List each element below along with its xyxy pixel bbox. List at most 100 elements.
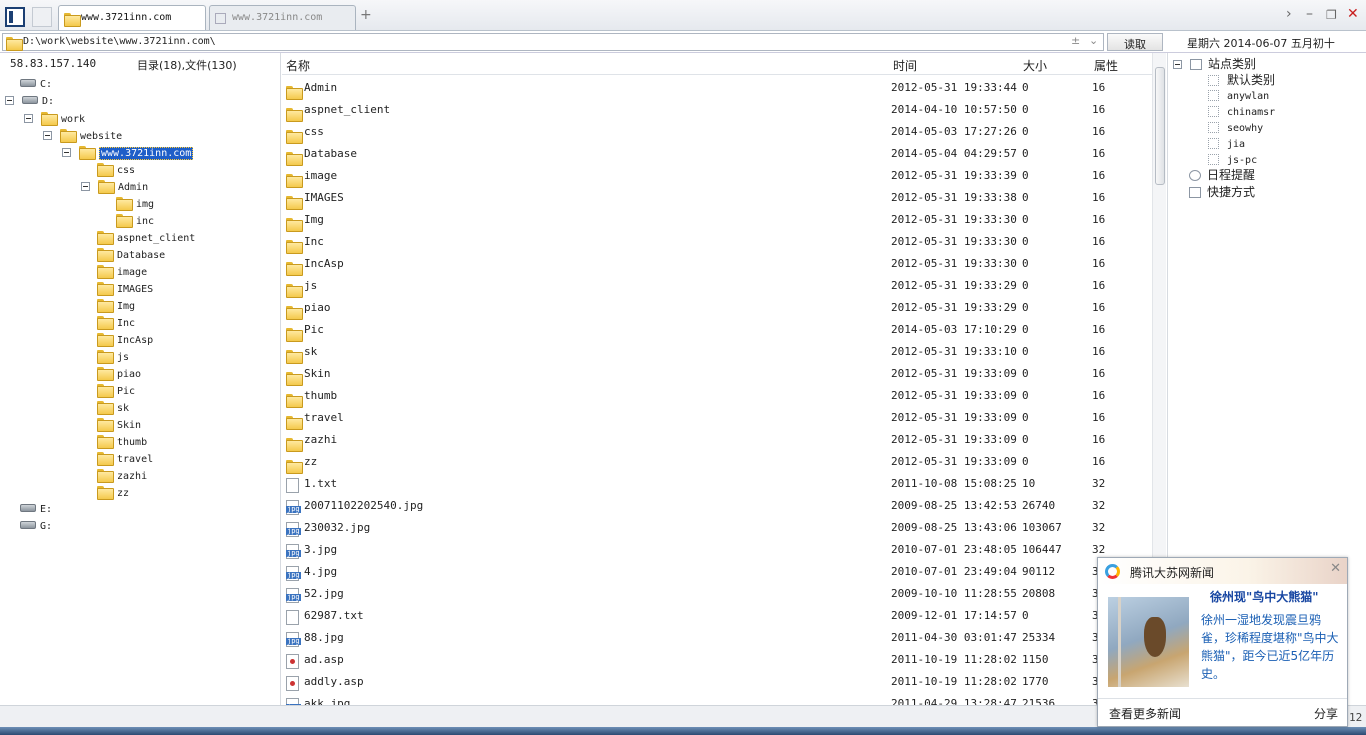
schedule-node[interactable]: 日程提醒: [1189, 167, 1255, 183]
tree-item[interactable]: Database: [97, 246, 165, 263]
tree-item[interactable]: zz: [97, 484, 129, 501]
more-news-link[interactable]: 查看更多新闻: [1109, 705, 1181, 722]
tree-item[interactable]: travel: [97, 450, 153, 467]
file-row[interactable]: Database 2014-05-04 04:29:57 0 16: [282, 143, 1152, 166]
file-row[interactable]: 230032.jpg 2009-08-25 13:43:06 103067 32: [282, 517, 1152, 539]
tree-item[interactable]: aspnet_client: [97, 229, 195, 246]
tree-item[interactable]: IncAsp: [97, 331, 153, 348]
collapse-icon[interactable]: [1173, 60, 1182, 69]
collapse-icon[interactable]: [62, 148, 71, 157]
read-button[interactable]: 读取: [1107, 33, 1163, 51]
tree-item[interactable]: G:: [20, 518, 52, 535]
site-item[interactable]: chinamsr: [1208, 104, 1275, 121]
file-row[interactable]: ad.asp 2011-10-19 11:28:02 1150 3: [282, 649, 1152, 671]
column-size[interactable]: 大小: [1023, 57, 1047, 74]
path-input[interactable]: D:\work\website\www.3721inn.com\: [2, 33, 1104, 51]
tree-item-label: work: [61, 114, 86, 125]
tree-item[interactable]: www.3721inn.com: [62, 144, 194, 161]
restore-button[interactable]: ❐: [1326, 8, 1337, 22]
new-tab-button[interactable]: +: [360, 7, 372, 23]
file-row[interactable]: image 2012-05-31 19:33:39 0 16: [282, 165, 1152, 188]
tree-item[interactable]: work: [24, 110, 85, 127]
news-body[interactable]: 徐州一湿地发现震旦鸦雀，珍稀程度堪称"鸟中大熊猫"，距今已近5亿年历史。: [1201, 611, 1341, 683]
file-row[interactable]: Img 2012-05-31 19:33:30 0 16: [282, 209, 1152, 232]
file-row[interactable]: sk 2012-05-31 19:33:10 0 16: [282, 341, 1152, 364]
tree-item[interactable]: thumb: [97, 433, 147, 450]
news-bird-image[interactable]: [1108, 597, 1189, 687]
file-row[interactable]: travel 2012-05-31 19:33:09 0 16: [282, 407, 1152, 430]
site-item[interactable]: anywlan: [1208, 88, 1269, 105]
file-row[interactable]: IncAsp 2012-05-31 19:33:30 0 16: [282, 253, 1152, 276]
site-item[interactable]: seowhy: [1208, 120, 1263, 137]
tree-item[interactable]: IMAGES: [97, 280, 153, 297]
tab-inactive[interactable]: www.3721inn.com: [209, 5, 356, 30]
file-row[interactable]: 88.jpg2011-04-30 03:01:47253343: [282, 627, 1152, 649]
tree-item[interactable]: js: [97, 348, 129, 365]
file-row[interactable]: aspnet_client 2014-04-10 10:57:50 0 16: [282, 99, 1152, 122]
forward-icon[interactable]: ›: [1286, 6, 1292, 22]
tree-item[interactable]: Skin: [97, 416, 141, 433]
file-row[interactable]: Pic 2014-05-03 17:10:29 0 16: [282, 319, 1152, 342]
collapse-icon[interactable]: [5, 96, 14, 105]
file-row[interactable]: js 2012-05-31 19:33:29 0 16: [282, 275, 1152, 298]
site-item[interactable]: jia: [1208, 136, 1245, 153]
column-name[interactable]: 名称: [286, 57, 310, 74]
file-row[interactable]: 3.jpg2010-07-01 23:48:0510644732: [282, 539, 1152, 561]
close-button[interactable]: ✕: [1347, 6, 1359, 22]
tree-item[interactable]: zazhi: [97, 467, 147, 484]
tree-item[interactable]: img: [116, 195, 154, 212]
share-link[interactable]: 分享: [1314, 705, 1338, 722]
tab-active[interactable]: www.3721inn.com: [58, 5, 206, 30]
file-size: 0: [1022, 433, 1029, 446]
tree-item[interactable]: C:: [20, 76, 52, 93]
file-row[interactable]: 20071102202540.jpg 2009-08-25 13:42:53 267…: [282, 495, 1152, 517]
site-category-node[interactable]: 站点类别: [1173, 56, 1256, 72]
tree-item[interactable]: sk: [97, 399, 129, 416]
column-time[interactable]: 时间: [893, 57, 917, 74]
file-row[interactable]: 62987.txt 2009-12-01 17:14:57 0 3: [282, 605, 1152, 627]
file-row[interactable]: IMAGES 2012-05-31 19:33:38 0 16: [282, 187, 1152, 210]
file-row[interactable]: Skin 2012-05-31 19:33:09 0 16: [282, 363, 1152, 386]
file-row[interactable]: addly.asp 2011-10-19 11:28:02 1770 3: [282, 671, 1152, 693]
tree-item[interactable]: inc: [116, 212, 154, 229]
column-attr[interactable]: 属性: [1094, 57, 1118, 74]
file-row[interactable]: 1.txt 2011-10-08 15:08:25 10 32: [282, 473, 1152, 495]
file-row[interactable]: piao 2012-05-31 19:33:29 0 16: [282, 297, 1152, 320]
file-row[interactable]: Inc 2012-05-31 19:33:30 0 16: [282, 231, 1152, 254]
tree-item[interactable]: Img: [97, 297, 135, 314]
tree-item[interactable]: Pic: [97, 382, 135, 399]
tree-item[interactable]: Admin: [81, 178, 148, 195]
news-headline[interactable]: 徐州现"鸟中大熊猫": [1210, 588, 1319, 605]
file-row[interactable]: zz 2012-05-31 19:33:09 0 16: [282, 451, 1152, 474]
file-row[interactable]: akk.jpg2011-04-29 13:28:47215363: [282, 693, 1152, 705]
file-row[interactable]: 4.jpg2010-07-01 23:49:04901123: [282, 561, 1152, 583]
site-item[interactable]: 默认类别: [1208, 72, 1275, 88]
tree-item[interactable]: E:: [20, 501, 52, 518]
plusminus-icon[interactable]: ±: [1071, 34, 1080, 47]
tree-item[interactable]: D:: [5, 93, 54, 110]
file-row[interactable]: thumb 2012-05-31 19:33:09 0 16: [282, 385, 1152, 408]
collapse-icon[interactable]: [24, 114, 33, 123]
shortcuts-node[interactable]: 快捷方式: [1189, 184, 1255, 200]
file-time: 2011-04-29 13:28:47: [891, 697, 1017, 705]
file-row[interactable]: 52.jpg2009-10-10 11:28:55208083: [282, 583, 1152, 605]
file-row[interactable]: Admin 2012-05-31 19:33:44 0 16: [282, 77, 1152, 100]
tree-item[interactable]: css: [97, 161, 135, 178]
file-row[interactable]: css 2014-05-03 17:27:26 0 16: [282, 121, 1152, 144]
blank-page-icon[interactable]: [32, 7, 52, 27]
file-name: aspnet_client: [304, 103, 391, 116]
sidebar-toggle-icon[interactable]: [5, 7, 25, 27]
collapse-icon[interactable]: [81, 182, 90, 191]
tree-item[interactable]: piao: [97, 365, 141, 382]
path-text: D:\work\website\www.3721inn.com\: [23, 36, 216, 47]
tree-item[interactable]: image: [97, 263, 147, 280]
file-row[interactable]: zazhi 2012-05-31 19:33:09 0 16: [282, 429, 1152, 452]
tree-item[interactable]: website: [43, 127, 122, 144]
scroll-thumb[interactable]: [1155, 67, 1165, 185]
collapse-icon[interactable]: [43, 131, 52, 140]
tree-item[interactable]: Inc: [97, 314, 135, 331]
minimize-button[interactable]: –: [1306, 6, 1313, 22]
file-name: Database: [304, 147, 357, 160]
close-icon[interactable]: ✕: [1330, 561, 1341, 576]
chevron-down-icon[interactable]: ⌄: [1089, 34, 1098, 47]
